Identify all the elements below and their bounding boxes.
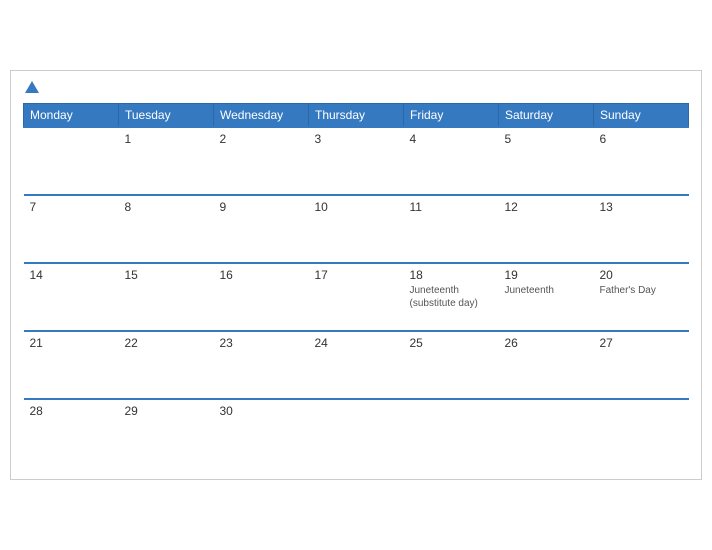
- header-row: MondayTuesdayWednesdayThursdayFridaySatu…: [24, 104, 689, 128]
- col-header-monday: Monday: [24, 104, 119, 128]
- day-cell: 26: [499, 331, 594, 399]
- day-number: 20: [600, 268, 683, 282]
- col-header-tuesday: Tuesday: [119, 104, 214, 128]
- day-cell: 11: [404, 195, 499, 263]
- day-cell: 3: [309, 127, 404, 195]
- col-header-sunday: Sunday: [594, 104, 689, 128]
- week-row-4: 21 22 23 24 25 26 27: [24, 331, 689, 399]
- calendar-grid: MondayTuesdayWednesdayThursdayFridaySatu…: [23, 103, 689, 467]
- day-cell: 22: [119, 331, 214, 399]
- day-number: 4: [410, 132, 493, 146]
- day-cell: 6: [594, 127, 689, 195]
- logo-triangle-icon: [25, 81, 39, 93]
- day-number: 13: [600, 200, 683, 214]
- event-label: Juneteenth: [505, 284, 588, 297]
- day-cell: 13: [594, 195, 689, 263]
- day-number: 5: [505, 132, 588, 146]
- week-row-1: 123456: [24, 127, 689, 195]
- day-number: 29: [125, 404, 208, 418]
- day-number: 19: [505, 268, 588, 282]
- day-cell: [309, 399, 404, 467]
- event-label: (substitute day): [410, 297, 493, 310]
- day-cell: [404, 399, 499, 467]
- calendar-container: MondayTuesdayWednesdayThursdayFridaySatu…: [10, 70, 702, 480]
- day-number: 14: [30, 268, 113, 282]
- day-number: 1: [125, 132, 208, 146]
- day-number: 16: [220, 268, 303, 282]
- day-cell: 23: [214, 331, 309, 399]
- col-header-saturday: Saturday: [499, 104, 594, 128]
- day-cell: [24, 127, 119, 195]
- day-cell: 16: [214, 263, 309, 331]
- day-number: 3: [315, 132, 398, 146]
- day-cell: 29: [119, 399, 214, 467]
- day-number: 8: [125, 200, 208, 214]
- day-number: 24: [315, 336, 398, 350]
- day-number: 7: [30, 200, 113, 214]
- week-row-5: 28 29 30: [24, 399, 689, 467]
- day-cell: 12: [499, 195, 594, 263]
- day-cell: 27: [594, 331, 689, 399]
- day-number: 9: [220, 200, 303, 214]
- day-cell: 1: [119, 127, 214, 195]
- day-number: 22: [125, 336, 208, 350]
- day-number: 28: [30, 404, 113, 418]
- day-cell: 19 Juneteenth: [499, 263, 594, 331]
- day-cell: 10: [309, 195, 404, 263]
- day-cell: 28: [24, 399, 119, 467]
- day-cell: [594, 399, 689, 467]
- day-number: 11: [410, 200, 493, 214]
- day-cell: 25: [404, 331, 499, 399]
- day-cell: 7: [24, 195, 119, 263]
- col-header-wednesday: Wednesday: [214, 104, 309, 128]
- day-cell: 18 Juneteenth(substitute day): [404, 263, 499, 331]
- calendar-header: [23, 81, 689, 93]
- week-row-3: 1415161718Juneteenth(substitute day)19Ju…: [24, 263, 689, 331]
- day-cell: 24: [309, 331, 404, 399]
- event-label: Juneteenth: [410, 284, 493, 297]
- day-number: 12: [505, 200, 588, 214]
- day-number: 26: [505, 336, 588, 350]
- week-row-2: 789 10 11 12 13: [24, 195, 689, 263]
- day-cell: [499, 399, 594, 467]
- day-cell: 21: [24, 331, 119, 399]
- day-cell: 30: [214, 399, 309, 467]
- day-cell: 8: [119, 195, 214, 263]
- day-number: 30: [220, 404, 303, 418]
- day-number: 10: [315, 200, 398, 214]
- day-number: 27: [600, 336, 683, 350]
- day-number: 18: [410, 268, 493, 282]
- day-cell: 9: [214, 195, 309, 263]
- day-cell: 20 Father's Day: [594, 263, 689, 331]
- day-cell: 14: [24, 263, 119, 331]
- col-header-friday: Friday: [404, 104, 499, 128]
- day-number: 25: [410, 336, 493, 350]
- day-number: 15: [125, 268, 208, 282]
- day-cell: 4: [404, 127, 499, 195]
- event-label: Father's Day: [600, 284, 683, 297]
- day-cell: 2: [214, 127, 309, 195]
- day-cell: 15: [119, 263, 214, 331]
- day-number: 23: [220, 336, 303, 350]
- day-cell: 5: [499, 127, 594, 195]
- day-number: 2: [220, 132, 303, 146]
- logo: [23, 81, 39, 93]
- day-number: 21: [30, 336, 113, 350]
- day-number: 6: [600, 132, 683, 146]
- day-number: 17: [315, 268, 398, 282]
- col-header-thursday: Thursday: [309, 104, 404, 128]
- day-cell: 17: [309, 263, 404, 331]
